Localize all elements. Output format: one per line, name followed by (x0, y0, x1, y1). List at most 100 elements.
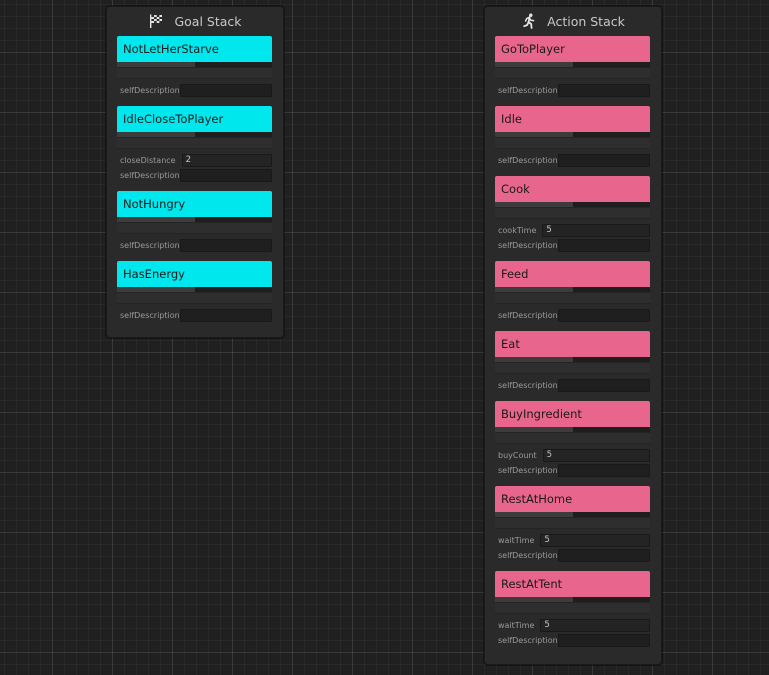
field-row-selfDescription: selfDescription (117, 238, 272, 253)
number-field[interactable]: 5 (542, 224, 650, 237)
field-label: selfDescription (498, 466, 558, 475)
action-node[interactable]: Feed selfDescription (495, 261, 650, 323)
action-node-title[interactable]: Cook (495, 176, 650, 202)
goal-node-progress-bar (117, 217, 272, 222)
progress-fill (495, 202, 573, 207)
action-stack-title: Action Stack (547, 13, 625, 29)
action-node[interactable]: RestAtHome waitTime 5 selfDescription (495, 486, 650, 563)
action-node-title[interactable]: Feed (495, 261, 650, 287)
running-person-icon (521, 13, 537, 29)
action-node-title[interactable]: Eat (495, 331, 650, 357)
field-row-selfDescription: selfDescription (495, 378, 650, 393)
goal-node-progress-bar (117, 287, 272, 292)
goal-node-progress-bar (117, 62, 272, 67)
goal-stack-header[interactable]: Goal Stack (107, 7, 283, 35)
action-node[interactable]: GoToPlayer selfDescription (495, 36, 650, 98)
text-field[interactable] (558, 309, 650, 322)
action-node-separator (495, 602, 650, 614)
progress-fill (495, 287, 573, 292)
action-node-title[interactable]: GoToPlayer (495, 36, 650, 62)
text-field[interactable] (558, 239, 650, 252)
action-node-separator (495, 292, 650, 304)
goal-node[interactable]: IdleCloseToPlayer closeDistance 2 selfDescr… (117, 106, 272, 183)
text-field[interactable] (558, 464, 650, 477)
goal-node-title[interactable]: IdleCloseToPlayer (117, 106, 272, 132)
number-field[interactable]: 5 (540, 619, 650, 632)
field-row-selfDescription: selfDescription (495, 83, 650, 98)
text-field[interactable] (558, 379, 650, 392)
text-field[interactable] (558, 549, 650, 562)
action-node-separator (495, 517, 650, 529)
action-node-progress-bar (495, 597, 650, 602)
action-node-progress-bar (495, 427, 650, 432)
progress-fill (495, 132, 573, 137)
goal-node-title[interactable]: HasEnergy (117, 261, 272, 287)
action-node-title[interactable]: Idle (495, 106, 650, 132)
goal-node-separator (117, 222, 272, 234)
goal-node-title[interactable]: NotLetHerStarve (117, 36, 272, 62)
field-row-selfDescription: selfDescription (495, 463, 650, 478)
action-node[interactable]: Eat selfDescription (495, 331, 650, 393)
goal-node-separator (117, 292, 272, 304)
progress-fill (495, 427, 573, 432)
field-row-closeDistance: closeDistance 2 (117, 153, 272, 168)
checkered-flag-icon (148, 13, 164, 29)
field-label: selfDescription (498, 241, 558, 250)
number-field[interactable]: 5 (542, 449, 650, 462)
action-node[interactable]: RestAtTent waitTime 5 selfDescription (495, 571, 650, 648)
action-stack-panel[interactable]: Action Stack GoToPlayer selfDescription Id… (484, 6, 662, 665)
action-node-separator (495, 137, 650, 149)
action-node-progress-bar (495, 132, 650, 137)
goal-node-separator (117, 67, 272, 79)
field-label: selfDescription (498, 86, 558, 95)
field-label: selfDescription (498, 156, 558, 165)
progress-fill (117, 287, 195, 292)
field-row-waitTime: waitTime 5 (495, 533, 650, 548)
action-node-separator (495, 207, 650, 219)
field-label: selfDescription (498, 551, 558, 560)
text-field[interactable] (180, 309, 272, 322)
goal-node-title[interactable]: NotHungry (117, 191, 272, 217)
progress-fill (495, 512, 573, 517)
field-label: selfDescription (120, 86, 180, 95)
action-node[interactable]: Idle selfDescription (495, 106, 650, 168)
action-node[interactable]: Cook cookTime 5 selfDescription (495, 176, 650, 253)
field-row-selfDescription: selfDescription (117, 308, 272, 323)
field-label: selfDescription (120, 171, 180, 180)
action-node-separator (495, 67, 650, 79)
field-row-selfDescription: selfDescription (495, 548, 650, 563)
field-row-waitTime: waitTime 5 (495, 618, 650, 633)
field-label: selfDescription (120, 241, 180, 250)
goal-node[interactable]: NotHungry selfDescription (117, 191, 272, 253)
action-node-progress-bar (495, 62, 650, 67)
action-node-title[interactable]: BuyIngredient (495, 401, 650, 427)
progress-fill (117, 217, 195, 222)
action-node-title[interactable]: RestAtTent (495, 571, 650, 597)
goal-stack-panel[interactable]: Goal Stack NotLetHerStarve selfDescriptio… (106, 6, 284, 338)
field-label: selfDescription (498, 381, 558, 390)
action-node-progress-bar (495, 287, 650, 292)
text-field[interactable] (558, 634, 650, 647)
action-node[interactable]: BuyIngredient buyCount 5 selfDescription (495, 401, 650, 478)
text-field[interactable] (180, 239, 272, 252)
field-label: waitTime (498, 536, 535, 545)
number-field[interactable]: 2 (181, 154, 272, 167)
progress-fill (495, 357, 573, 362)
action-stack-header[interactable]: Action Stack (485, 7, 661, 35)
field-row-buyCount: buyCount 5 (495, 448, 650, 463)
text-field[interactable] (558, 84, 650, 97)
progress-fill (495, 597, 573, 602)
action-node-title[interactable]: RestAtHome (495, 486, 650, 512)
goal-node[interactable]: HasEnergy selfDescription (117, 261, 272, 323)
progress-fill (495, 62, 573, 67)
goal-node[interactable]: NotLetHerStarve selfDescription (117, 36, 272, 98)
text-field[interactable] (180, 169, 272, 182)
field-label: selfDescription (120, 311, 180, 320)
action-node-separator (495, 432, 650, 444)
field-row-selfDescription: selfDescription (117, 83, 272, 98)
text-field[interactable] (180, 84, 272, 97)
text-field[interactable] (558, 154, 650, 167)
number-field[interactable]: 5 (540, 534, 650, 547)
action-node-progress-bar (495, 512, 650, 517)
field-row-selfDescription: selfDescription (495, 308, 650, 323)
